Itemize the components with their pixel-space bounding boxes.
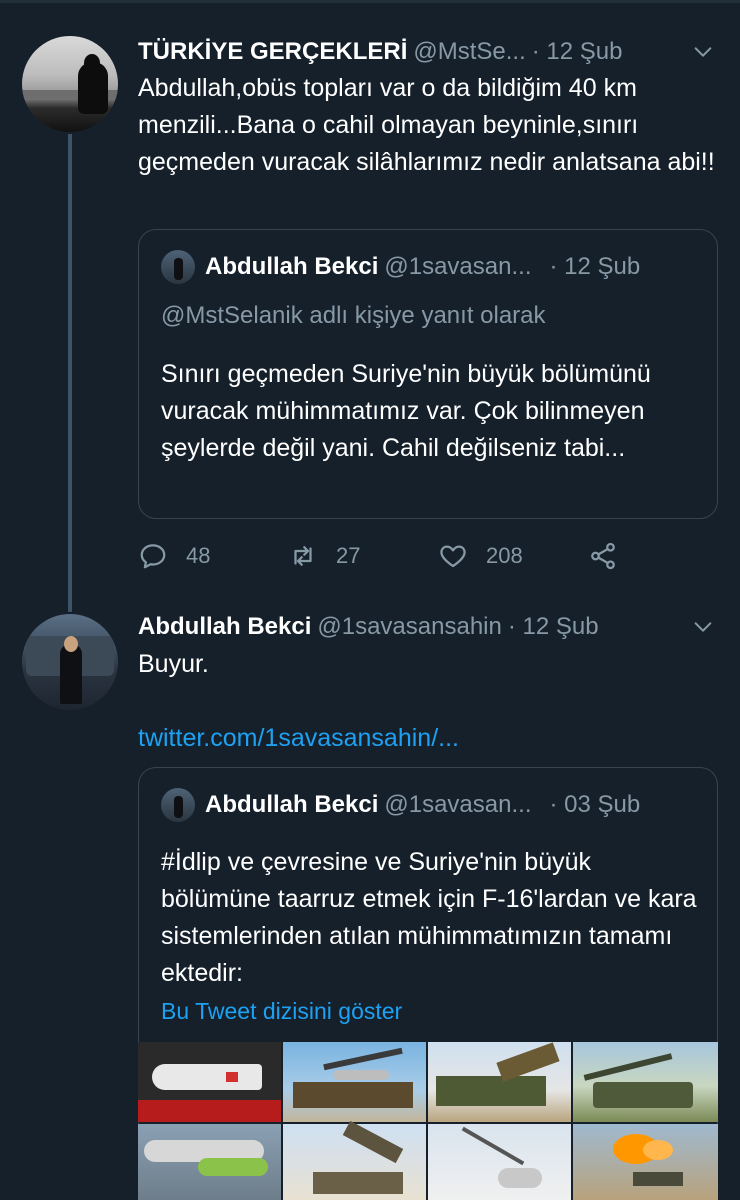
author-name[interactable]: Abdullah Bekci — [138, 613, 311, 641]
retweet-icon — [294, 546, 312, 566]
quoted-author-name: Abdullah Bekci — [205, 791, 379, 818]
quoted-tweet-header: Abdullah Bekci @1savasan... · 12 Şub — [161, 250, 640, 284]
tweet-header: TÜRKİYE GERÇEKLERİ @MstSe... · 12 Şub — [138, 34, 622, 70]
reply-to-label: @MstSelanik adlı kişiye yanıt olarak — [161, 302, 546, 329]
quoted-tweet-text: Sınırı geçmeden Suriye'nin büyük bölümün… — [161, 360, 651, 462]
retweet-button[interactable]: 27 — [288, 536, 360, 576]
reply-icon — [140, 544, 166, 569]
top-divider — [0, 0, 740, 3]
tweet-link[interactable]: twitter.com/1savasansahin/... — [138, 724, 459, 753]
tweet-text: Abdullah,obüs topları var o da bildiğim … — [138, 74, 715, 176]
retweet-count: 27 — [336, 543, 361, 568]
media-image[interactable] — [138, 1124, 281, 1200]
chevron-down-icon[interactable] — [692, 616, 714, 638]
tweet-actions: 48 27 208 — [138, 536, 698, 576]
show-thread-link[interactable]: Bu Tweet dizisini göster — [161, 998, 402, 1025]
like-count: 208 — [486, 543, 523, 568]
reply-count: 48 — [186, 543, 211, 568]
quoted-avatar — [161, 250, 195, 284]
media-image[interactable] — [138, 1042, 281, 1122]
quoted-tweet-text: #İdlip ve çevresine ve Suriye'nin büyük … — [161, 848, 697, 987]
media-image[interactable] — [573, 1124, 718, 1200]
chevron-down-icon[interactable] — [692, 41, 714, 63]
tweet-text: Buyur. — [138, 650, 209, 678]
tweet-date[interactable]: · 12 Şub — [508, 613, 599, 641]
quoted-tweet-header: Abdullah Bekci @1savasan... · 03 Şub — [161, 788, 640, 822]
avatar[interactable] — [22, 36, 118, 132]
author-name[interactable]: TÜRKİYE GERÇEKLERİ — [138, 38, 407, 66]
avatar[interactable] — [22, 614, 118, 710]
media-image[interactable] — [283, 1120, 426, 1200]
quoted-avatar — [161, 788, 195, 822]
media-image[interactable] — [428, 1124, 571, 1200]
media-grid — [138, 1042, 718, 1200]
quoted-tweet-date: · 03 Şub — [549, 791, 641, 818]
thread-connector-line — [68, 134, 72, 612]
author-handle[interactable]: @1savasansahin — [317, 613, 501, 641]
tweet-date[interactable]: · 12 Şub — [532, 38, 623, 66]
heart-icon — [440, 545, 466, 568]
quoted-author-name: Abdullah Bekci — [205, 253, 379, 280]
quoted-author-handle: @1savasan... — [384, 253, 532, 280]
quoted-tweet-date: · 12 Şub — [549, 253, 641, 280]
author-handle[interactable]: @MstSe... — [413, 38, 525, 66]
reply-button[interactable]: 48 — [138, 536, 210, 576]
media-image[interactable] — [283, 1042, 426, 1122]
tweet-header: Abdullah Bekci @1savasansahin · 12 Şub — [138, 609, 599, 645]
media-image[interactable] — [428, 1042, 571, 1122]
media-image[interactable] — [573, 1042, 718, 1122]
like-button[interactable]: 208 — [438, 536, 523, 576]
quoted-tweet[interactable]: Abdullah Bekci @1savasan... · 12 Şub @Ms… — [138, 229, 718, 519]
share-icon — [591, 542, 615, 570]
share-button[interactable] — [588, 536, 636, 576]
quoted-author-handle: @1savasan... — [384, 791, 532, 818]
